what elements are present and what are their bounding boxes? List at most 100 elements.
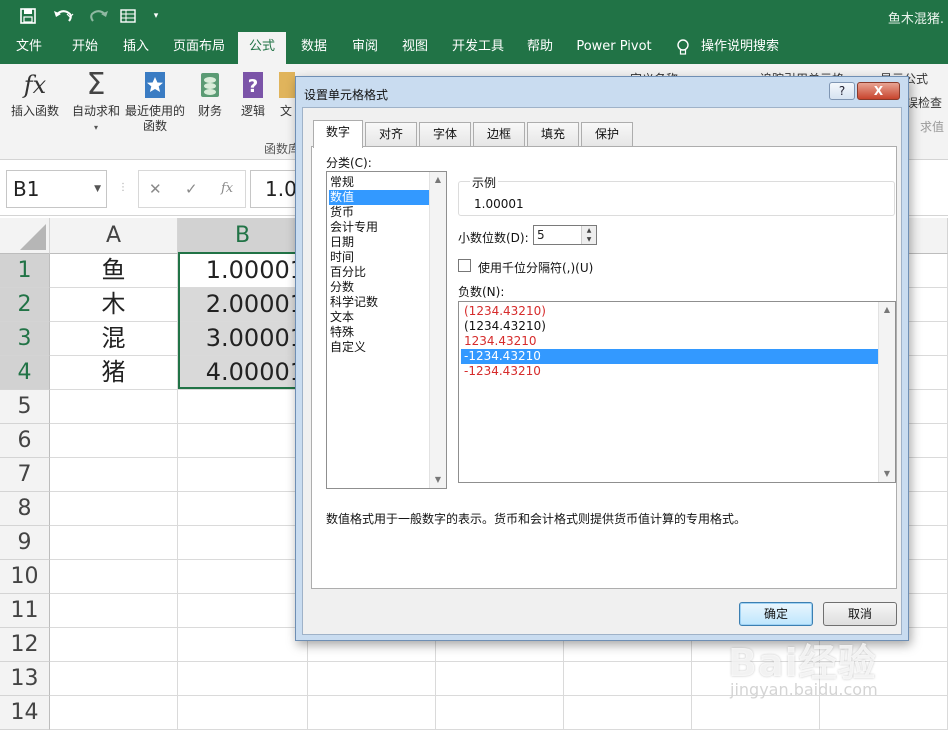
ok-button[interactable]: 确定 bbox=[739, 602, 813, 626]
fx-icon[interactable]: fx bbox=[221, 181, 233, 196]
logical-button[interactable]: ? 逻辑 bbox=[234, 68, 272, 119]
category-item[interactable]: 文本 bbox=[329, 310, 429, 325]
cancel-icon[interactable]: ✕ bbox=[149, 180, 162, 198]
name-box[interactable]: B1 ▼ bbox=[6, 170, 107, 208]
row-header[interactable]: 2 bbox=[0, 288, 50, 322]
row-header[interactable]: 14 bbox=[0, 696, 50, 730]
category-item[interactable]: 货币 bbox=[329, 205, 429, 220]
tab-data[interactable]: 数据 bbox=[292, 32, 336, 64]
negative-format-item[interactable]: (1234.43210) bbox=[461, 304, 879, 319]
row-header[interactable]: 5 bbox=[0, 390, 50, 424]
category-item[interactable]: 特殊 bbox=[329, 325, 429, 340]
column-header-a[interactable]: A bbox=[50, 218, 178, 254]
help-button[interactable]: ? bbox=[829, 82, 855, 100]
tab-fill[interactable]: 填充 bbox=[527, 122, 579, 146]
scroll-up-icon[interactable]: ▲ bbox=[430, 172, 446, 188]
financial-button[interactable]: 财务 bbox=[190, 68, 230, 119]
insert-function-button[interactable]: fx 插入函数 bbox=[6, 68, 64, 119]
tab-insert[interactable]: 插入 bbox=[114, 32, 158, 64]
category-item[interactable]: 自定义 bbox=[329, 340, 429, 355]
tab-file[interactable]: 文件 bbox=[6, 32, 52, 64]
chevron-down-icon[interactable]: ▾ bbox=[148, 5, 164, 27]
row-header[interactable]: 12 bbox=[0, 628, 50, 662]
negative-format-item[interactable]: 1234.43210 bbox=[461, 334, 879, 349]
empty-cell[interactable] bbox=[178, 390, 308, 424]
negative-format-item-selected[interactable]: -1234.43210 bbox=[461, 349, 879, 364]
tab-number[interactable]: 数字 bbox=[313, 120, 363, 148]
cancel-button[interactable]: 取消 bbox=[823, 602, 897, 626]
tab-review[interactable]: 审阅 bbox=[344, 32, 386, 64]
row-header[interactable]: 8 bbox=[0, 492, 50, 526]
category-item[interactable]: 会计专用 bbox=[329, 220, 429, 235]
enter-icon[interactable]: ✓ bbox=[185, 180, 198, 198]
tab-home[interactable]: 开始 bbox=[62, 32, 108, 64]
close-button[interactable]: X bbox=[857, 82, 900, 100]
empty-cell[interactable] bbox=[50, 662, 178, 696]
empty-cell[interactable] bbox=[436, 696, 564, 730]
empty-cell[interactable] bbox=[50, 696, 178, 730]
scroll-down-icon[interactable]: ▼ bbox=[879, 466, 895, 482]
text-button[interactable]: 文 bbox=[276, 68, 296, 119]
empty-cell[interactable] bbox=[50, 594, 178, 628]
row-header[interactable]: 11 bbox=[0, 594, 50, 628]
chevron-down-icon[interactable]: ▼ bbox=[94, 171, 101, 207]
spin-buttons[interactable]: ▲ ▼ bbox=[581, 226, 596, 244]
cell-a2[interactable]: 木 bbox=[50, 288, 178, 322]
tab-view[interactable]: 视图 bbox=[394, 32, 436, 64]
empty-cell[interactable] bbox=[178, 696, 308, 730]
cell-b4[interactable]: 4.00001 bbox=[178, 356, 308, 390]
empty-cell[interactable] bbox=[178, 594, 308, 628]
empty-cell[interactable] bbox=[178, 424, 308, 458]
recent-functions-button[interactable]: 最近使用的 函数 bbox=[124, 68, 186, 134]
row-header[interactable]: 4 bbox=[0, 356, 50, 390]
negative-format-item[interactable]: -1234.43210 bbox=[461, 364, 879, 379]
row-header[interactable]: 10 bbox=[0, 560, 50, 594]
autosum-button[interactable]: Σ 自动求和 ▾ bbox=[70, 68, 122, 135]
spin-down-icon[interactable]: ▼ bbox=[582, 235, 596, 244]
empty-cell[interactable] bbox=[50, 458, 178, 492]
category-item[interactable]: 日期 bbox=[329, 235, 429, 250]
empty-cell[interactable] bbox=[178, 526, 308, 560]
tab-font[interactable]: 字体 bbox=[419, 122, 471, 146]
thousands-separator-checkbox[interactable] bbox=[458, 259, 471, 272]
category-item-selected[interactable]: 数值 bbox=[329, 190, 429, 205]
empty-cell[interactable] bbox=[564, 662, 692, 696]
redo-icon[interactable] bbox=[84, 5, 112, 27]
row-header[interactable]: 1 bbox=[0, 254, 50, 288]
tab-power-pivot[interactable]: Power Pivot bbox=[572, 32, 656, 64]
save-icon[interactable] bbox=[14, 5, 42, 27]
evaluate-button[interactable]: 求值 bbox=[920, 118, 944, 135]
category-item[interactable]: 科学记数 bbox=[329, 295, 429, 310]
tab-formulas[interactable]: 公式 bbox=[238, 32, 286, 64]
empty-cell[interactable] bbox=[178, 628, 308, 662]
empty-cell[interactable] bbox=[564, 696, 692, 730]
category-item[interactable]: 时间 bbox=[329, 250, 429, 265]
cell-b2[interactable]: 2.00001 bbox=[178, 288, 308, 322]
empty-cell[interactable] bbox=[50, 628, 178, 662]
empty-cell[interactable] bbox=[178, 492, 308, 526]
tab-alignment[interactable]: 对齐 bbox=[365, 122, 417, 146]
spin-up-icon[interactable]: ▲ bbox=[582, 226, 596, 235]
form-icon[interactable] bbox=[116, 5, 140, 27]
select-all-corner[interactable] bbox=[0, 218, 50, 254]
empty-cell[interactable] bbox=[50, 492, 178, 526]
empty-cell[interactable] bbox=[178, 560, 308, 594]
row-header[interactable]: 6 bbox=[0, 424, 50, 458]
tab-protection[interactable]: 保护 bbox=[581, 122, 633, 146]
drag-handle-icon[interactable]: ⋮ bbox=[118, 182, 128, 193]
scroll-down-icon[interactable]: ▼ bbox=[430, 472, 446, 488]
error-checking-button[interactable]: 误检查 bbox=[906, 94, 942, 111]
negative-format-item[interactable]: (1234.43210) bbox=[461, 319, 879, 334]
decimal-places-stepper[interactable]: 5 ▲ ▼ bbox=[533, 225, 597, 245]
empty-cell[interactable] bbox=[178, 458, 308, 492]
cell-b3[interactable]: 3.00001 bbox=[178, 322, 308, 356]
cell-a3[interactable]: 混 bbox=[50, 322, 178, 356]
empty-cell[interactable] bbox=[308, 662, 436, 696]
category-item[interactable]: 百分比 bbox=[329, 265, 429, 280]
scroll-up-icon[interactable]: ▲ bbox=[879, 302, 895, 318]
row-header[interactable]: 9 bbox=[0, 526, 50, 560]
cell-b1[interactable]: 1.00001 bbox=[178, 254, 308, 288]
row-header[interactable]: 7 bbox=[0, 458, 50, 492]
tab-border[interactable]: 边框 bbox=[473, 122, 525, 146]
category-list[interactable]: 常规 数值 货币 会计专用 日期 时间 百分比 分数 科学记数 文本 特殊 自定… bbox=[326, 171, 447, 489]
